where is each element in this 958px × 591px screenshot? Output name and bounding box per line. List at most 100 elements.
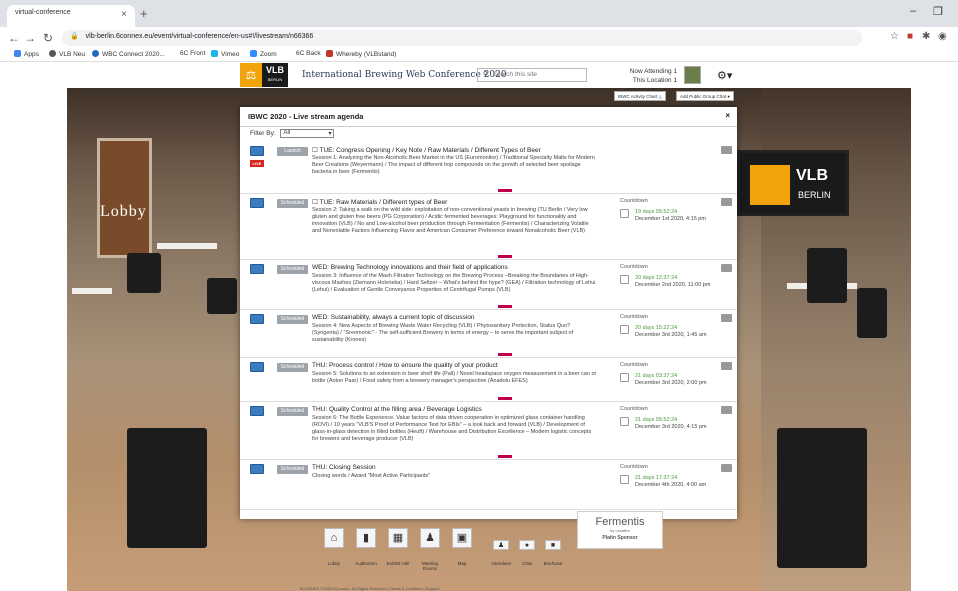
briefcase-icon[interactable] [721,198,732,206]
bookmark-apps[interactable]: Apps [14,50,39,58]
bookmark-vlb-neu[interactable]: VLB Neu [49,50,85,58]
calendar-icon[interactable] [620,417,629,426]
new-tab-button[interactable]: + [140,6,148,21]
tab-close-icon[interactable]: × [121,9,127,20]
launch-button[interactable]: Launch [277,147,308,156]
scheduled-button[interactable]: Scheduled [277,265,308,274]
expand-handle[interactable] [498,189,512,192]
countdown-label: Countdown [620,406,648,412]
bookmark-6c-front[interactable]: 6C Front [180,50,205,57]
activity-chart-button[interactable]: IBWC Activity Chart △ [614,91,666,101]
nav-label-lobby[interactable]: Lobby [319,561,349,566]
expand-handle[interactable] [498,255,512,258]
exhibit-hall-icon[interactable]: ▦ [388,528,408,548]
auditorium-icon[interactable]: ▮ [356,528,376,548]
trophy-icon: △ [658,94,662,99]
session-date: December 2nd 2020, 11:00 pm [635,282,711,288]
reload-icon[interactable]: ↻ [43,31,53,45]
close-icon[interactable]: × [725,111,730,120]
brewery-icon: ⚖ [240,63,262,87]
scheduled-button[interactable]: Scheduled [277,315,308,324]
profile-icon[interactable]: ◉ [938,31,947,42]
zoom-icon [250,50,257,57]
url-field[interactable]: 🔒 vlb-berlin.6connex.eu/event/virtual-co… [62,30,862,46]
monitor-icon[interactable] [250,362,264,372]
calendar-icon[interactable] [620,475,629,484]
briefcase-icon[interactable] [721,264,732,272]
session-description: Session 2: Taking a walk on the wild sid… [312,207,589,234]
globe-icon [49,50,56,57]
minimize-icon[interactable]: – [910,5,916,17]
bookmark-zoom[interactable]: Zoom [250,50,277,58]
briefcase-icon[interactable] [721,362,732,370]
briefcase-icon[interactable] [721,314,732,322]
chair [127,428,207,548]
browser-tabstrip: virtual-conference × + – ❐ [0,0,958,27]
vlb-logo[interactable]: ⚖ VLB BERLIN [240,63,290,87]
monitor-icon[interactable] [250,314,264,324]
forward-icon[interactable]: → [24,31,36,45]
calendar-icon[interactable] [620,373,629,382]
puzzle-icon[interactable]: ✱ [922,31,930,42]
scheduled-button[interactable]: Scheduled [277,199,308,208]
nav-label-briefcase[interactable]: Briefcase [538,561,568,566]
settings-gear-icon[interactable]: ⚙▾ [717,69,732,82]
scheduled-button[interactable]: Scheduled [277,465,308,474]
vimeo-icon [211,50,218,57]
back-icon[interactable]: ← [8,31,20,45]
footer: 6CONNEX ©2020 6Connex. All Rights Reserv… [300,586,440,591]
bookmark-whereby[interactable]: Whereby (VLBstand) [326,50,396,58]
search-input[interactable]: ⚲ Search this site [477,68,587,82]
sponsor-banner[interactable]: Fermentis by Lesaffre Platin Sponsor [577,511,663,549]
chair [807,248,847,303]
nav-label-auditorium[interactable]: Auditorium [351,561,381,566]
monitor-icon[interactable] [250,198,264,208]
countdown-value: 21 days 03:37:24 [635,373,678,379]
attendance-counter: Now Attending 1 This Location 1 [629,68,677,84]
public-group-chat-button[interactable]: Add Public Group Chat ● [676,91,735,101]
monitor-icon[interactable] [250,146,264,156]
attendees-icon[interactable]: ♟ [493,540,509,550]
calendar-icon[interactable] [620,275,629,284]
meeting-rooms-icon[interactable]: ♟ [420,528,440,548]
filter-select[interactable]: All ▾ [280,129,335,138]
expand-handle[interactable] [498,397,512,400]
session-description: Session 6: The Bottle Experience. Value … [312,415,592,442]
nav-label-exhibit-hall[interactable]: Exhibit Hall [383,561,413,566]
calendar-icon[interactable] [620,209,629,218]
session-row: Scheduled WED: Sustainability, always a … [240,310,737,358]
expand-handle[interactable] [498,305,512,308]
star-icon[interactable]: ☆ [890,31,899,42]
lobby-label: Lobby [100,203,147,220]
chair [777,428,867,568]
extension-icon[interactable]: ■ [907,31,913,42]
monitor-icon[interactable] [250,464,264,474]
bookmark-6c-back[interactable]: 6C Back [296,50,321,57]
browser-tab[interactable]: virtual-conference × [7,5,135,27]
map-icon[interactable]: ▣ [452,528,472,548]
session-row: LIVE Launch ☐ TUE: Congress Opening / Ke… [240,142,737,194]
briefcase-icon[interactable] [721,406,732,414]
nav-label-meeting-rooms[interactable]: Meeting Rooms [415,561,445,571]
briefcase-icon[interactable] [721,146,732,154]
briefcase-icon[interactable]: ■ [545,540,561,550]
session-row: Scheduled THU: Closing Session Closing w… [240,460,737,510]
bookmark-vimeo[interactable]: Vimeo [211,50,239,58]
scheduled-button[interactable]: Scheduled [277,363,308,372]
expand-handle[interactable] [498,455,512,458]
expand-handle[interactable] [498,353,512,356]
scheduled-button[interactable]: Scheduled [277,407,308,416]
chat-icon[interactable]: ● [519,540,535,550]
search-icon: ⚲ [483,71,488,78]
bookmark-wbc-connect[interactable]: WBC Connect 2020... [92,50,165,58]
countdown-value: 20 days 15:22:24 [635,325,678,331]
restore-icon[interactable]: ❐ [933,5,943,18]
briefcase-icon[interactable] [721,464,732,472]
lobby-icon[interactable]: ⌂ [324,528,344,548]
calendar-icon[interactable] [620,325,629,334]
countdown-label: Countdown [620,198,648,204]
monitor-icon[interactable] [250,264,264,274]
nav-label-map[interactable]: Map [447,561,477,566]
avatar[interactable] [684,66,701,84]
monitor-icon[interactable] [250,406,264,416]
